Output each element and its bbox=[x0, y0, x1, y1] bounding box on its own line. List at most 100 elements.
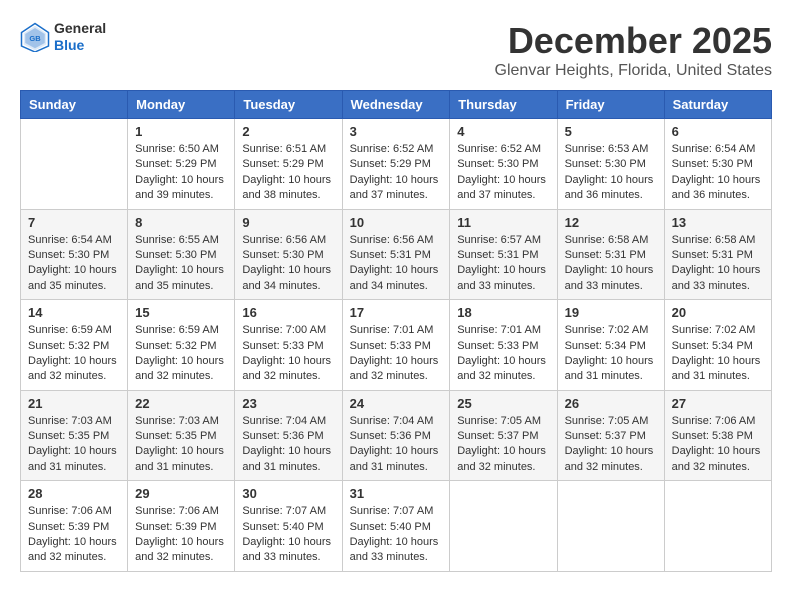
calendar-cell: 11Sunrise: 6:57 AM Sunset: 5:31 PM Dayli… bbox=[450, 209, 557, 300]
day-info: Sunrise: 6:56 AM Sunset: 5:30 PM Dayligh… bbox=[242, 233, 334, 295]
calendar-cell: 24Sunrise: 7:04 AM Sunset: 5:36 PM Dayli… bbox=[342, 390, 450, 481]
day-number: 28 bbox=[28, 486, 120, 501]
calendar-header-row: Sunday Monday Tuesday Wednesday Thursday… bbox=[21, 91, 772, 119]
day-number: 6 bbox=[672, 124, 764, 139]
day-number: 16 bbox=[242, 305, 334, 320]
calendar-cell: 3 Sunrise: 6:52 AM Sunset: 5:29 PM Daylig… bbox=[342, 119, 450, 210]
day-number: 21 bbox=[28, 396, 120, 411]
calendar-cell: 17Sunrise: 7:01 AM Sunset: 5:33 PM Dayli… bbox=[342, 300, 450, 391]
day-info: Sunrise: 7:01 AM Sunset: 5:33 PM Dayligh… bbox=[457, 323, 549, 385]
calendar-cell: 22Sunrise: 7:03 AM Sunset: 5:35 PM Dayli… bbox=[128, 390, 235, 481]
calendar-cell: 21 Sunrise: 7:03 AM Sunset: 5:35 PM Dayli… bbox=[21, 390, 128, 481]
calendar-cell: 31 Sunrise: 7:07 AM Sunset: 5:40 PM Dayli… bbox=[342, 481, 450, 572]
day-info: Sunrise: 6:57 AM Sunset: 5:31 PM Dayligh… bbox=[457, 233, 549, 295]
day-info: Sunrise: 7:06 AM Sunset: 5:38 PM Dayligh… bbox=[672, 414, 764, 476]
day-number: 29 bbox=[135, 486, 227, 501]
day-info: Sunrise: 6:58 AM Sunset: 5:31 PM Dayligh… bbox=[565, 233, 657, 295]
header-saturday: Saturday bbox=[664, 91, 771, 119]
calendar-cell: 25Sunrise: 7:05 AM Sunset: 5:37 PM Dayli… bbox=[450, 390, 557, 481]
day-info: Sunrise: 7:06 AM Sunset: 5:39 PM Dayligh… bbox=[135, 504, 227, 566]
day-number: 30 bbox=[242, 486, 334, 501]
day-number: 3 bbox=[350, 124, 443, 139]
calendar-cell bbox=[664, 481, 771, 572]
day-info: Sunrise: 6:52 AM Sunset: 5:29 PM Dayligh… bbox=[350, 142, 443, 204]
logo-general: General bbox=[54, 20, 106, 36]
day-info: Sunrise: 6:53 AM Sunset: 5:30 PM Dayligh… bbox=[565, 142, 657, 204]
calendar-cell: 12Sunrise: 6:58 AM Sunset: 5:31 PM Dayli… bbox=[557, 209, 664, 300]
day-number: 25 bbox=[457, 396, 549, 411]
day-number: 14 bbox=[28, 305, 120, 320]
day-info: Sunrise: 6:51 AM Sunset: 5:29 PM Dayligh… bbox=[242, 142, 334, 204]
calendar-week-row: 14 Sunrise: 6:59 AM Sunset: 5:32 PM Dayli… bbox=[21, 300, 772, 391]
calendar-cell: 16Sunrise: 7:00 AM Sunset: 5:33 PM Dayli… bbox=[235, 300, 342, 391]
calendar-cell bbox=[450, 481, 557, 572]
calendar-cell: 19Sunrise: 7:02 AM Sunset: 5:34 PM Dayli… bbox=[557, 300, 664, 391]
day-info: Sunrise: 7:07 AM Sunset: 5:40 PM Dayligh… bbox=[350, 504, 443, 566]
day-info: Sunrise: 7:05 AM Sunset: 5:37 PM Dayligh… bbox=[565, 414, 657, 476]
header-thursday: Thursday bbox=[450, 91, 557, 119]
calendar-cell: 5 Sunrise: 6:53 AM Sunset: 5:30 PM Daylig… bbox=[557, 119, 664, 210]
day-info: Sunrise: 7:03 AM Sunset: 5:35 PM Dayligh… bbox=[28, 414, 120, 476]
day-info: Sunrise: 7:07 AM Sunset: 5:40 PM Dayligh… bbox=[242, 504, 334, 566]
day-number: 8 bbox=[135, 215, 227, 230]
calendar-cell: 7 Sunrise: 6:54 AM Sunset: 5:30 PM Daylig… bbox=[21, 209, 128, 300]
day-info: Sunrise: 6:50 AM Sunset: 5:29 PM Dayligh… bbox=[135, 142, 227, 204]
day-info: Sunrise: 6:54 AM Sunset: 5:30 PM Dayligh… bbox=[28, 233, 120, 295]
day-info: Sunrise: 7:02 AM Sunset: 5:34 PM Dayligh… bbox=[672, 323, 764, 385]
calendar-cell: 15Sunrise: 6:59 AM Sunset: 5:32 PM Dayli… bbox=[128, 300, 235, 391]
day-info: Sunrise: 7:04 AM Sunset: 5:36 PM Dayligh… bbox=[242, 414, 334, 476]
day-number: 15 bbox=[135, 305, 227, 320]
day-number: 18 bbox=[457, 305, 549, 320]
calendar-cell: 4 Sunrise: 6:52 AM Sunset: 5:30 PM Daylig… bbox=[450, 119, 557, 210]
calendar-week-row: 28 Sunrise: 7:06 AM Sunset: 5:39 PM Dayli… bbox=[21, 481, 772, 572]
day-number: 13 bbox=[672, 215, 764, 230]
logo-icon: GB bbox=[20, 22, 50, 52]
day-number: 26 bbox=[565, 396, 657, 411]
calendar-cell bbox=[557, 481, 664, 572]
day-number: 23 bbox=[242, 396, 334, 411]
day-info: Sunrise: 6:59 AM Sunset: 5:32 PM Dayligh… bbox=[28, 323, 120, 385]
calendar-cell: 30 Sunrise: 7:07 AM Sunset: 5:40 PM Dayli… bbox=[235, 481, 342, 572]
calendar-cell: 2Sunrise: 6:51 AM Sunset: 5:29 PM Daylig… bbox=[235, 119, 342, 210]
calendar-week-row: 1 Sunrise: 6:50 AM Sunset: 5:29 PM Daylig… bbox=[21, 119, 772, 210]
day-info: Sunrise: 6:56 AM Sunset: 5:31 PM Dayligh… bbox=[350, 233, 443, 295]
day-info: Sunrise: 7:04 AM Sunset: 5:36 PM Dayligh… bbox=[350, 414, 443, 476]
day-info: Sunrise: 7:06 AM Sunset: 5:39 PM Dayligh… bbox=[28, 504, 120, 566]
header-monday: Monday bbox=[128, 91, 235, 119]
day-number: 17 bbox=[350, 305, 443, 320]
day-number: 7 bbox=[28, 215, 120, 230]
calendar-cell: 6 Sunrise: 6:54 AM Sunset: 5:30 PM Daylig… bbox=[664, 119, 771, 210]
day-number: 27 bbox=[672, 396, 764, 411]
logo: GB General Blue bbox=[20, 20, 106, 54]
day-info: Sunrise: 6:52 AM Sunset: 5:30 PM Dayligh… bbox=[457, 142, 549, 204]
calendar-cell: 10 Sunrise: 6:56 AM Sunset: 5:31 PM Dayli… bbox=[342, 209, 450, 300]
day-number: 5 bbox=[565, 124, 657, 139]
header-sunday: Sunday bbox=[21, 91, 128, 119]
day-number: 4 bbox=[457, 124, 549, 139]
day-info: Sunrise: 7:03 AM Sunset: 5:35 PM Dayligh… bbox=[135, 414, 227, 476]
day-info: Sunrise: 6:55 AM Sunset: 5:30 PM Dayligh… bbox=[135, 233, 227, 295]
calendar-cell: 1 Sunrise: 6:50 AM Sunset: 5:29 PM Daylig… bbox=[128, 119, 235, 210]
calendar-cell: 29 Sunrise: 7:06 AM Sunset: 5:39 PM Dayli… bbox=[128, 481, 235, 572]
calendar-cell: 14 Sunrise: 6:59 AM Sunset: 5:32 PM Dayli… bbox=[21, 300, 128, 391]
header-friday: Friday bbox=[557, 91, 664, 119]
day-number: 20 bbox=[672, 305, 764, 320]
day-info: Sunrise: 7:02 AM Sunset: 5:34 PM Dayligh… bbox=[565, 323, 657, 385]
calendar-cell: 27 Sunrise: 7:06 AM Sunset: 5:38 PM Dayli… bbox=[664, 390, 771, 481]
day-number: 9 bbox=[242, 215, 334, 230]
location-title: Glenvar Heights, Florida, United States bbox=[495, 62, 772, 80]
day-info: Sunrise: 6:54 AM Sunset: 5:30 PM Dayligh… bbox=[672, 142, 764, 204]
logo-blue: Blue bbox=[54, 37, 84, 53]
header-wednesday: Wednesday bbox=[342, 91, 450, 119]
svg-text:GB: GB bbox=[29, 34, 41, 43]
calendar-cell: 20 Sunrise: 7:02 AM Sunset: 5:34 PM Dayli… bbox=[664, 300, 771, 391]
calendar-cell: 9 Sunrise: 6:56 AM Sunset: 5:30 PM Daylig… bbox=[235, 209, 342, 300]
calendar-cell: 28 Sunrise: 7:06 AM Sunset: 5:39 PM Dayli… bbox=[21, 481, 128, 572]
calendar-cell: 26 Sunrise: 7:05 AM Sunset: 5:37 PM Dayli… bbox=[557, 390, 664, 481]
day-number: 31 bbox=[350, 486, 443, 501]
day-number: 10 bbox=[350, 215, 443, 230]
header-tuesday: Tuesday bbox=[235, 91, 342, 119]
calendar-cell: 13Sunrise: 6:58 AM Sunset: 5:31 PM Dayli… bbox=[664, 209, 771, 300]
day-number: 1 bbox=[135, 124, 227, 139]
calendar-cell: 18 Sunrise: 7:01 AM Sunset: 5:33 PM Dayli… bbox=[450, 300, 557, 391]
